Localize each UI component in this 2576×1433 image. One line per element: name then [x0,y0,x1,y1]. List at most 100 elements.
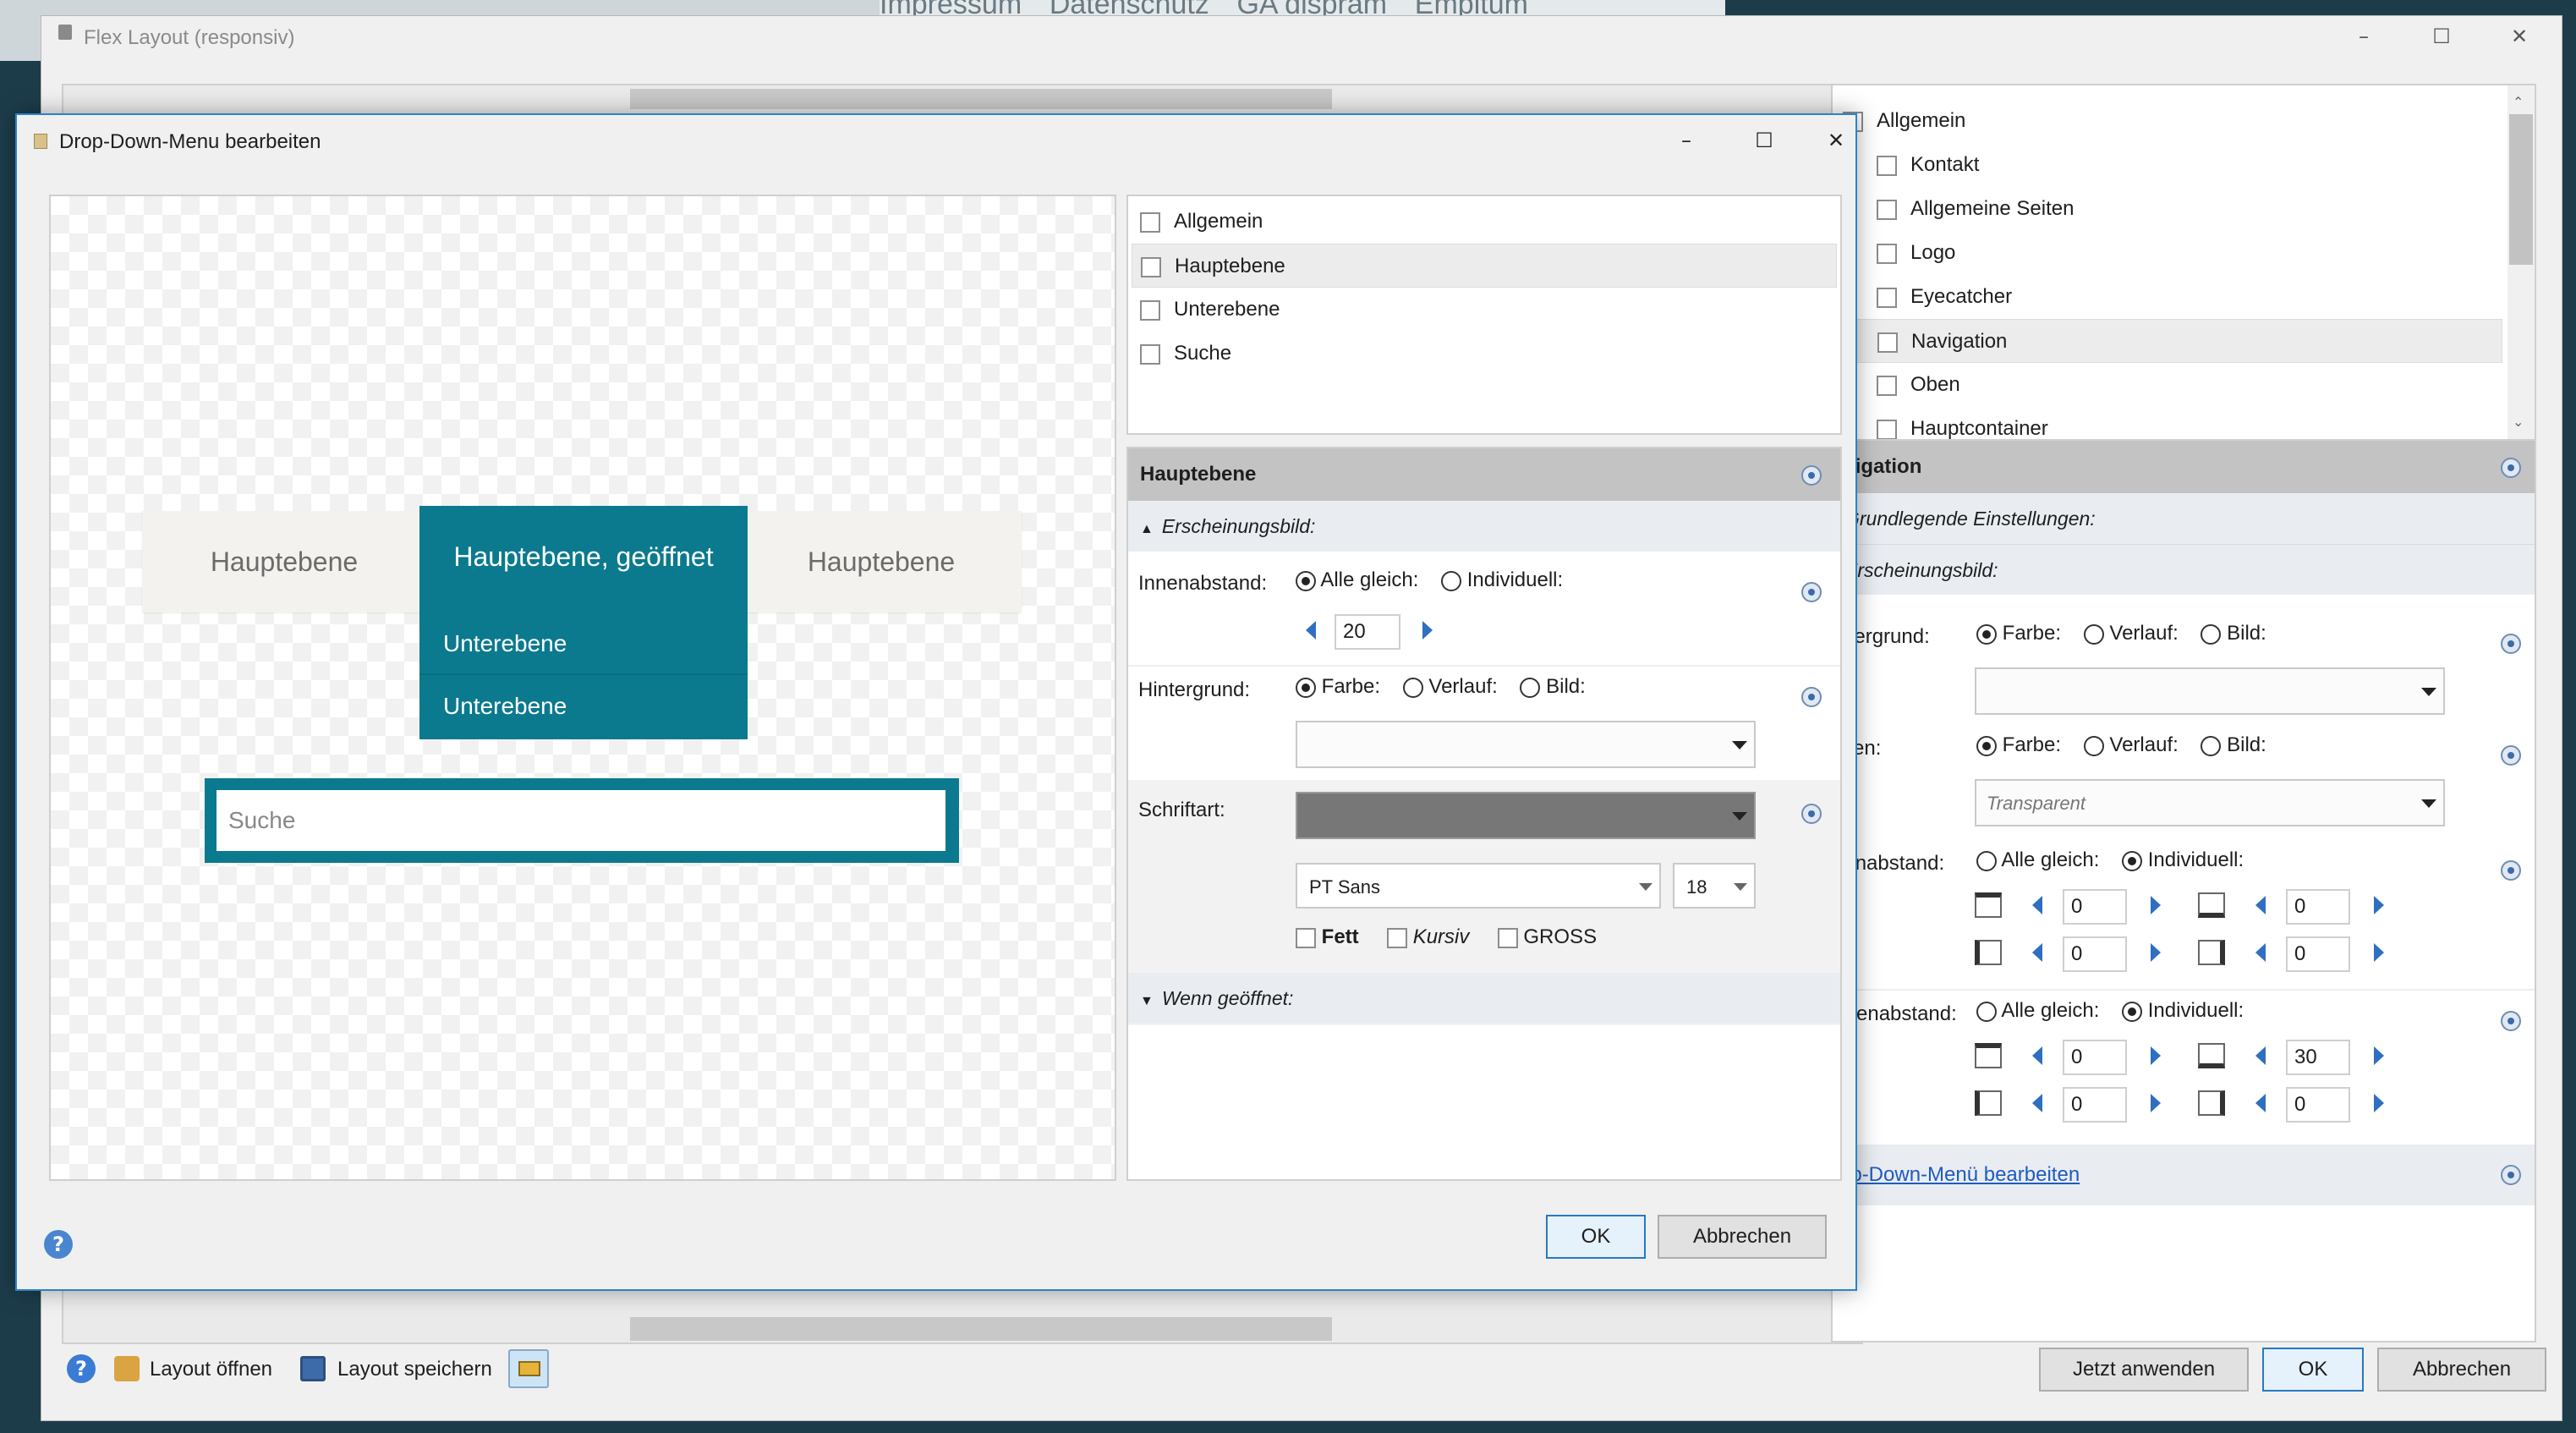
close-button[interactable]: ✕ [2494,19,2545,53]
decrement-arrow-icon[interactable] [2032,1094,2042,1112]
reset-icon[interactable] [1801,804,1822,824]
main-cancel-button[interactable]: Abbrechen [2377,1348,2546,1392]
tree-item-oben[interactable]: Oben [1843,363,2502,407]
section-header-navigation[interactable]: avigation [1833,441,2535,493]
increment-arrow-icon[interactable] [2151,943,2161,962]
scroll-down-icon[interactable]: ⌄ [2513,414,2524,431]
radio-alle-gleich[interactable] [1976,850,1997,871]
margin-left-input[interactable]: 0 [2063,1087,2127,1123]
increment-arrow-icon[interactable] [1422,621,1433,640]
checkbox-fett[interactable] [1296,927,1316,948]
font-family-dropdown[interactable]: PT Sans [1296,863,1661,909]
preview-toggle-button[interactable] [508,1349,549,1388]
decrement-arrow-icon[interactable] [2032,1046,2042,1065]
tree-item-suche[interactable]: Suche [1132,332,1837,376]
checkbox[interactable] [1877,375,1897,396]
radio-individuell[interactable] [2122,850,2143,871]
increment-arrow-icon[interactable] [2374,943,2384,962]
layout-open-button[interactable]: Layout öffnen [150,1358,272,1381]
increment-arrow-icon[interactable] [2374,896,2384,914]
padding-bottom-input[interactable]: 0 [2286,889,2350,925]
reset-icon[interactable] [1801,465,1822,486]
checkbox[interactable] [1877,419,1897,440]
dialog-close-button[interactable]: ✕ [1817,124,1855,157]
decrement-arrow-icon[interactable] [1306,621,1316,640]
decrement-arrow-icon[interactable] [2255,896,2266,914]
section-header-hauptebene[interactable]: Hauptebene [1128,448,1840,501]
padding-left-input[interactable]: 0 [2063,936,2127,972]
apply-now-button[interactable]: Jetzt anwenden [2039,1348,2249,1392]
preview-nav-item-open[interactable]: Hauptebene, geöffnet [419,506,748,612]
subhead-grund[interactable]: Grundlegende Einstellungen: [1833,493,2535,544]
checkbox-kursiv[interactable] [1387,927,1408,948]
checkbox[interactable] [1140,211,1160,233]
tree-item-allgemeine-seiten[interactable]: Allgemeine Seiten [1843,187,2502,231]
layout-save-button[interactable]: Layout speichern [337,1358,492,1381]
increment-arrow-icon[interactable] [2151,1046,2161,1065]
radio-alle-gleich[interactable] [1296,570,1316,591]
preview-sub-item[interactable]: Unterebene [419,675,748,738]
dropdown-edit-link[interactable]: rop-Down-Menü bearbeiten [1833,1163,2080,1187]
padding-top-input[interactable]: 0 [2063,889,2127,925]
padding-right-input[interactable]: 0 [2286,936,2350,972]
radio-farbe[interactable] [1976,623,1997,645]
innenabstand-input[interactable]: 20 [1335,614,1400,650]
tree-item-unterebene[interactable]: Unterebene [1132,288,1837,332]
minimize-button[interactable]: – [2338,19,2389,53]
checkbox[interactable] [1877,243,1897,264]
hintergrund-color-dropdown[interactable] [1296,721,1756,768]
radio-verlauf[interactable] [2083,735,2104,756]
dialog-minimize-button[interactable]: – [1661,124,1712,157]
subhead-erscheinung[interactable]: Erscheinungsbild: [1833,544,2535,595]
tree-item-kontakt[interactable]: Kontakt [1843,143,2502,187]
help-icon[interactable]: ? [67,1354,96,1383]
increment-arrow-icon[interactable] [2374,1094,2384,1112]
font-color-dropdown[interactable] [1296,792,1756,839]
radio-bild[interactable] [2201,623,2222,645]
preview-search-input[interactable]: Suche [216,790,945,851]
tree-item-eyecatcher[interactable]: Eyecatcher [1843,275,2502,319]
checkbox[interactable] [1140,299,1160,321]
radio-bild[interactable] [1520,677,1541,698]
dialog-ok-button[interactable]: OK [1546,1215,1646,1259]
tree-item-allgemein[interactable]: Allgemein [1132,200,1837,244]
checkbox[interactable] [1877,287,1897,308]
tree-item-allgemein[interactable]: Allgemein [1843,99,2502,143]
radio-alle-gleich[interactable] [1976,1001,1997,1022]
margin-right-input[interactable]: 0 [2286,1087,2350,1123]
preview-sub-item[interactable]: Unterebene [419,612,748,675]
checkbox[interactable] [1877,155,1897,176]
reset-icon[interactable] [2501,1011,2521,1031]
fuellen-color-dropdown[interactable]: Transparent [1975,779,2445,826]
font-size-dropdown[interactable]: 18 [1673,863,1756,909]
folder-open-icon[interactable] [114,1356,140,1381]
checkbox-gross[interactable] [1497,927,1518,948]
decrement-arrow-icon[interactable] [2032,896,2042,914]
dialog-cancel-button[interactable]: Abbrechen [1658,1215,1827,1259]
tree-item-hauptebene[interactable]: Hauptebene [1132,244,1837,288]
margin-top-input[interactable]: 0 [2063,1040,2127,1075]
decrement-arrow-icon[interactable] [2255,1046,2266,1065]
margin-bottom-input[interactable]: 30 [2286,1040,2350,1075]
decrement-arrow-icon[interactable] [2032,943,2042,962]
checkbox[interactable] [1141,256,1161,277]
radio-farbe[interactable] [1296,677,1316,698]
radio-farbe[interactable] [1976,735,1997,756]
checkbox[interactable] [1877,332,1898,353]
radio-verlauf[interactable] [1402,677,1423,698]
increment-arrow-icon[interactable] [2151,896,2161,914]
radio-individuell[interactable] [2122,1001,2143,1022]
tree-item-navigation[interactable]: Navigation [1843,319,2502,363]
save-icon[interactable] [300,1356,326,1381]
maximize-button[interactable]: ☐ [2416,19,2467,53]
reset-icon[interactable] [2501,634,2521,654]
reset-icon[interactable] [2501,860,2521,881]
reset-icon[interactable] [2501,458,2521,478]
decrement-arrow-icon[interactable] [2255,943,2266,962]
subhead-wenn-geoeffnet[interactable]: ▼ Wenn geöffnet: [1128,973,1840,1024]
preview-nav-item[interactable]: Hauptebene [741,511,1022,612]
tree-item-hauptcontainer[interactable]: Hauptcontainer [1843,407,2502,441]
scroll-up-icon[interactable]: ⌃ [2513,94,2524,111]
hintergrund-color-dropdown[interactable] [1975,667,2445,715]
collapse-up-icon[interactable]: ▲ [1140,522,1154,536]
